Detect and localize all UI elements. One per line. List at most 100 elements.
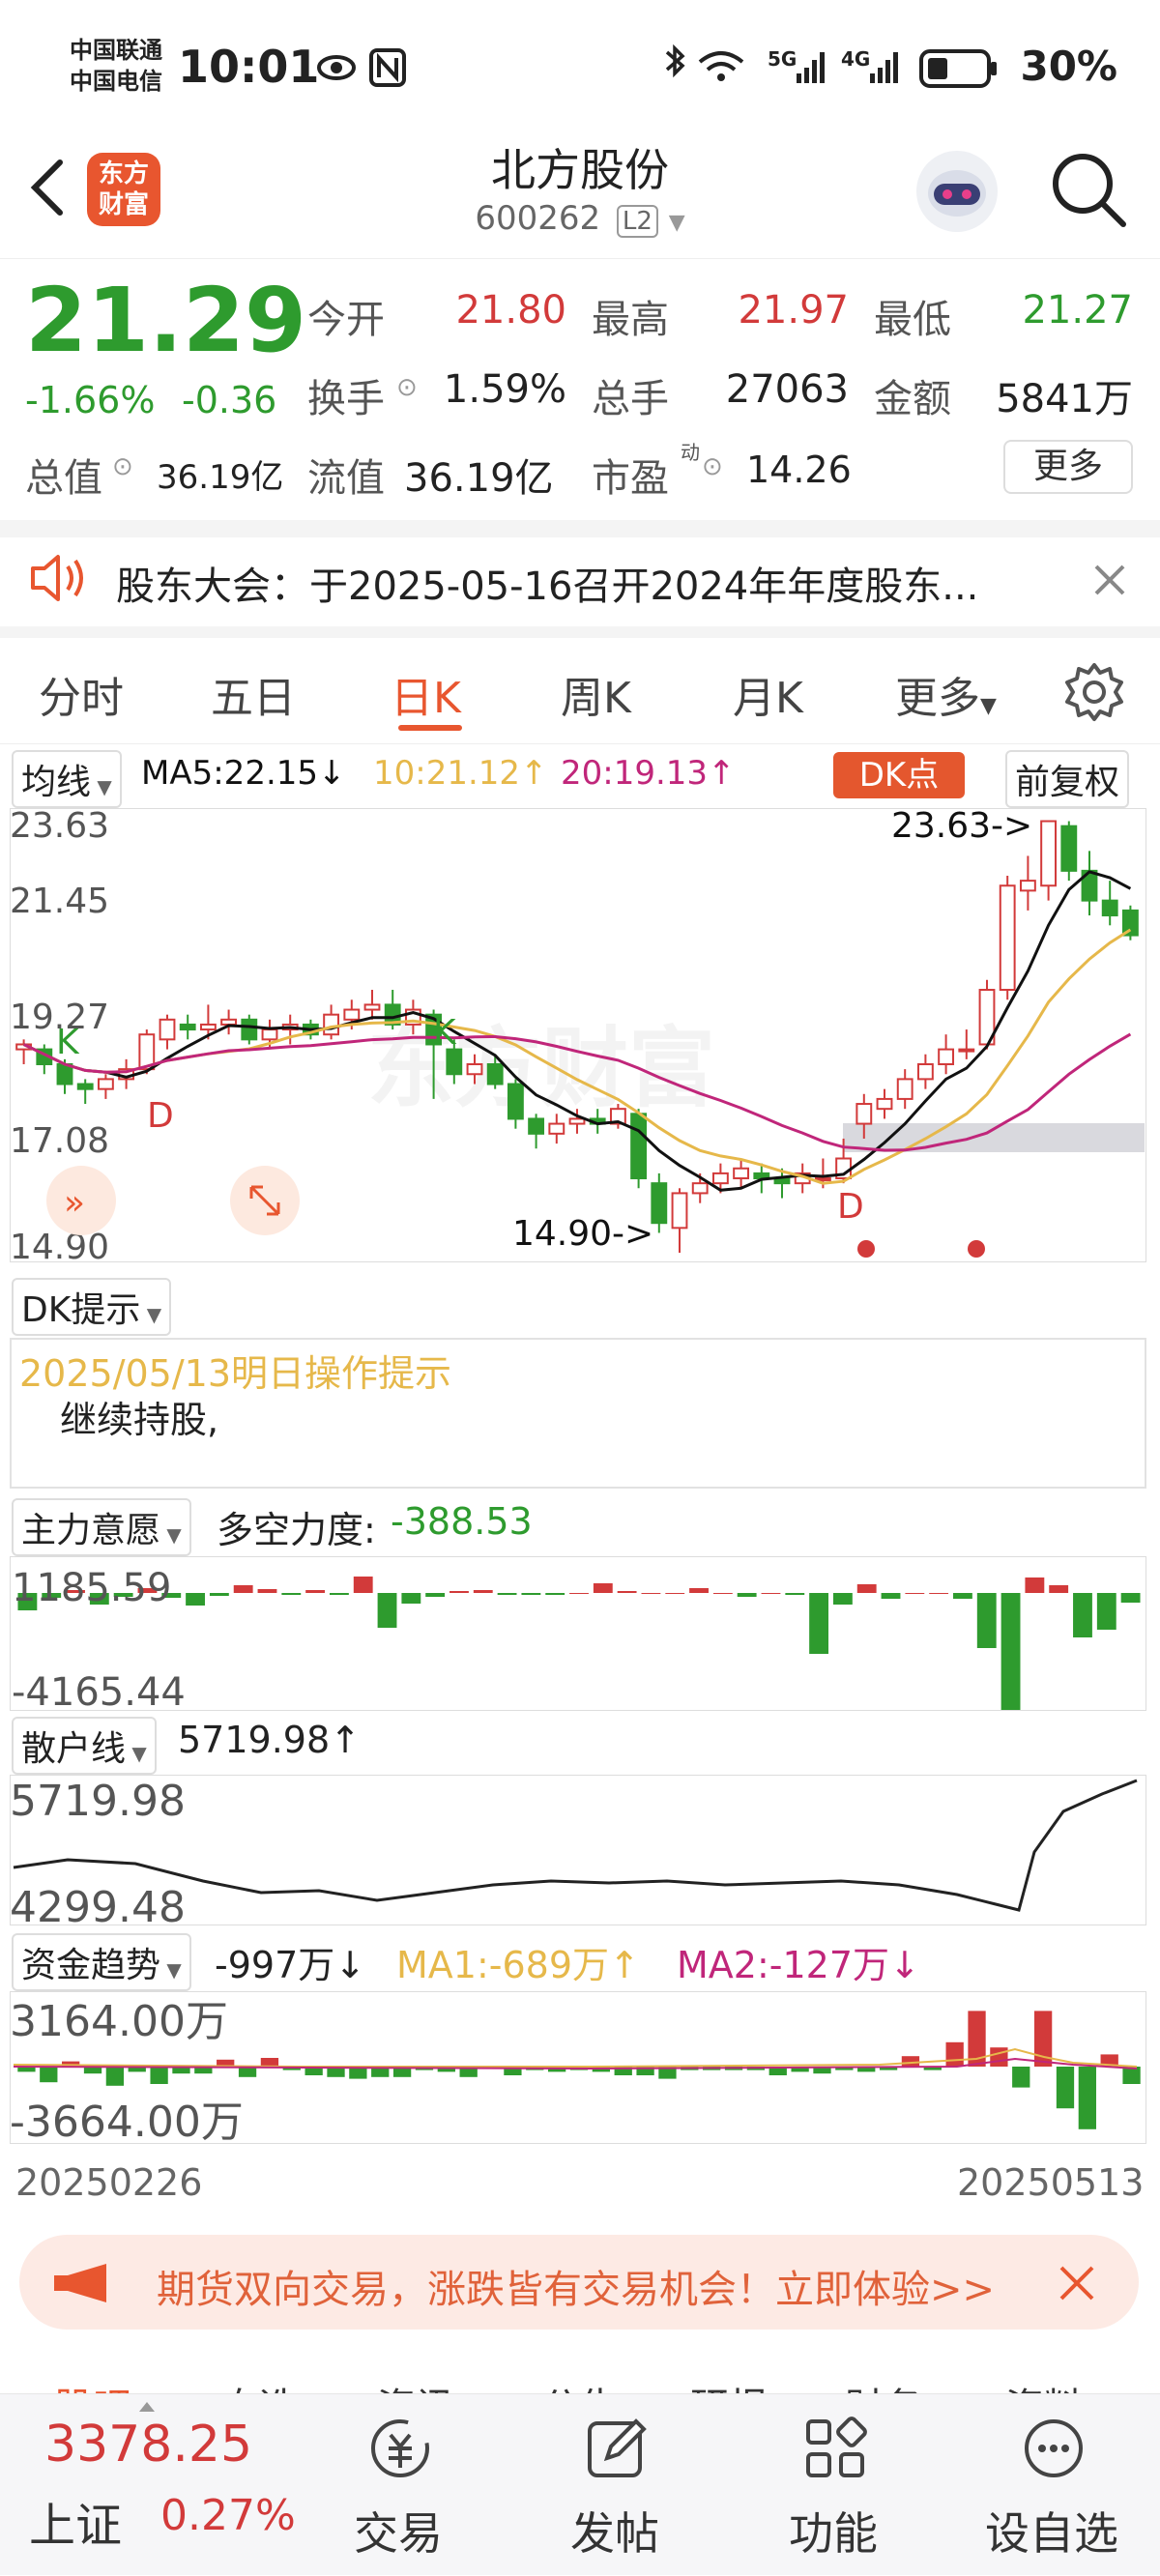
stock-header: 东方 财富 北方股份 600262 L2 ▼ bbox=[0, 135, 1160, 259]
indicator-bar bbox=[617, 1591, 637, 1593]
svg-text:4G: 4G bbox=[841, 47, 870, 71]
indicator-bar bbox=[569, 1593, 589, 1594]
fund-ma2-text: MA2:-127万 bbox=[677, 1944, 890, 1986]
indicator-bar bbox=[40, 2067, 58, 2083]
bottom-nav: 3378.25 上证 0.27% 交易 发帖 功能 设自选 bbox=[0, 2393, 1160, 2575]
search-icon[interactable] bbox=[1048, 149, 1129, 230]
nav-post-label: 发帖 bbox=[570, 2507, 659, 2560]
futures-promo-banner[interactable]: 期货双向交易，涨跌皆有交易机会！立即体验>> bbox=[19, 2235, 1139, 2330]
indicator-bar bbox=[945, 2041, 964, 2067]
indicator-bar bbox=[281, 1593, 302, 1595]
info-icon[interactable]: ⊙ bbox=[702, 452, 723, 481]
kline-chart-area: 均线 ▼ MA5:22.15↓ 10:21.12↑ 20:19.13↑ DK点 … bbox=[0, 744, 1160, 2204]
candle-body bbox=[466, 1062, 483, 1076]
more-button[interactable]: 更多 bbox=[1003, 440, 1133, 494]
eye-nfc-icon bbox=[317, 48, 406, 87]
float-label: 流值 bbox=[307, 456, 385, 501]
force-selector[interactable]: 主力意愿 ▼ bbox=[12, 1498, 191, 1556]
chevron-down-icon: ▼ bbox=[140, 1303, 162, 1326]
signal-icons: 5G 4G bbox=[665, 44, 898, 83]
indicator-bar bbox=[901, 2056, 920, 2067]
low-marker: 14.90-> bbox=[512, 1214, 653, 1254]
close-icon[interactable] bbox=[1056, 2262, 1098, 2304]
candle-body bbox=[241, 1018, 258, 1041]
indicator-bar bbox=[1049, 1585, 1069, 1593]
ma10-text: 10:21.12 bbox=[373, 754, 521, 793]
indicator-bar bbox=[377, 1593, 397, 1628]
announcement-bar[interactable]: 股东大会：于2025-05-16召开2024年年度股东... bbox=[0, 532, 1160, 628]
tab-daily-k[interactable]: 日K bbox=[391, 663, 461, 725]
candle-body bbox=[159, 1018, 176, 1041]
indicator-bar bbox=[905, 1593, 925, 1594]
indicator-bar bbox=[233, 1585, 253, 1593]
date-end: 20250513 bbox=[957, 2161, 1145, 2204]
indicator-bar bbox=[450, 1591, 469, 1593]
candle-body bbox=[343, 1008, 361, 1021]
ma10-value: 10:21.12↑ bbox=[373, 754, 548, 793]
retail-selector[interactable]: 散户线 ▼ bbox=[12, 1717, 157, 1775]
candlestick-chart[interactable]: 东方财富 23.63 21.45 19.27 17.08 14.90 23.63… bbox=[10, 808, 1146, 1262]
candle-body bbox=[1101, 899, 1118, 917]
fund-y-top: 3164.00万 bbox=[10, 1997, 228, 2046]
force-bar-chart[interactable]: 1185.59 -4165.44 bbox=[10, 1556, 1146, 1711]
tab-minute[interactable]: 分时 bbox=[39, 663, 124, 725]
candle-body bbox=[76, 1083, 94, 1090]
candle-body bbox=[671, 1192, 688, 1230]
up-arrow-icon bbox=[139, 2402, 155, 2412]
candle-body bbox=[1060, 825, 1078, 872]
indicator-bar bbox=[473, 1590, 493, 1593]
nav-function-label: 功能 bbox=[789, 2507, 878, 2560]
current-price: 21.29 bbox=[25, 269, 307, 372]
retail-y-top: 5719.98 bbox=[10, 1777, 186, 1826]
status-time: 10:01 bbox=[178, 41, 320, 93]
tab-weekly-k[interactable]: 周K bbox=[561, 663, 631, 725]
candle-body bbox=[548, 1122, 566, 1135]
close-icon[interactable] bbox=[1090, 561, 1129, 599]
indicator-bar bbox=[1056, 2067, 1075, 2109]
signal-d-1: D bbox=[147, 1096, 174, 1136]
fund-bar-chart[interactable]: 3164.00万 -3664.00万 bbox=[10, 1991, 1146, 2144]
announcement-text: 股东大会：于2025-05-16召开2024年年度股东... bbox=[116, 564, 979, 609]
ma-selector[interactable]: 均线 ▼ bbox=[12, 750, 122, 808]
force-bars bbox=[17, 1577, 1141, 1710]
indicator-bar bbox=[329, 1593, 349, 1595]
indicator-bar bbox=[425, 1593, 446, 1597]
tab-five-day[interactable]: 五日 bbox=[211, 663, 296, 725]
force-y-bottom: -4165.44 bbox=[12, 1670, 186, 1711]
index-ticker[interactable]: 3378.25 上证 0.27% bbox=[0, 2394, 319, 2576]
signal-k-1: K bbox=[56, 1023, 80, 1062]
indicator-bar bbox=[953, 1593, 972, 1599]
indicator-bar bbox=[401, 1593, 421, 1604]
edit-post-icon bbox=[588, 2418, 647, 2477]
info-icon[interactable]: ⊙ bbox=[396, 373, 418, 402]
indicator-bar bbox=[641, 1593, 661, 1594]
indicator-bar bbox=[1078, 2067, 1096, 2129]
megaphone-icon bbox=[54, 2264, 106, 2302]
y-label-4: 17.08 bbox=[10, 1121, 109, 1161]
info-icon[interactable]: ⊙ bbox=[112, 452, 133, 481]
retail-line-chart[interactable]: 5719.98 4299.48 bbox=[10, 1775, 1146, 1925]
candle-body bbox=[630, 1113, 648, 1180]
level2-badge: L2 bbox=[616, 205, 658, 238]
robot-assistant-icon[interactable] bbox=[913, 147, 1001, 236]
status-bar: 中国联通 中国电信 10:01 5G 4G 30% bbox=[0, 0, 1160, 135]
adjust-selector[interactable]: 前复权 bbox=[1005, 750, 1130, 808]
signal-dot bbox=[857, 1240, 875, 1258]
tab-monthly-k[interactable]: 月K bbox=[733, 663, 803, 725]
dk-point-button[interactable]: DK点 bbox=[833, 752, 965, 798]
candle-body bbox=[363, 1003, 381, 1011]
fund-selector[interactable]: 资金趋势 ▼ bbox=[12, 1933, 191, 1991]
candle-body bbox=[323, 1013, 340, 1036]
dk-tip-selector[interactable]: DK提示 ▼ bbox=[12, 1278, 172, 1336]
bottom-tab-strip: 股吧 自选 资讯 公告 研报 财务 资料 bbox=[0, 2359, 1160, 2397]
ma5-text: MA5:22.15 bbox=[141, 754, 319, 793]
indicator-bar bbox=[1073, 1593, 1092, 1637]
dk-tip-text: 继续持股, bbox=[60, 1399, 219, 1441]
settings-gear-icon[interactable] bbox=[1063, 661, 1125, 723]
volume-label: 总手 bbox=[592, 377, 669, 421]
tab-more[interactable]: 更多▼ bbox=[895, 663, 997, 725]
indicator-bar bbox=[105, 2067, 125, 2086]
retail-value-text: 5719.98 bbox=[178, 1719, 331, 1761]
indicator-bar bbox=[1120, 1593, 1141, 1603]
open-label: 今开 bbox=[307, 298, 385, 342]
